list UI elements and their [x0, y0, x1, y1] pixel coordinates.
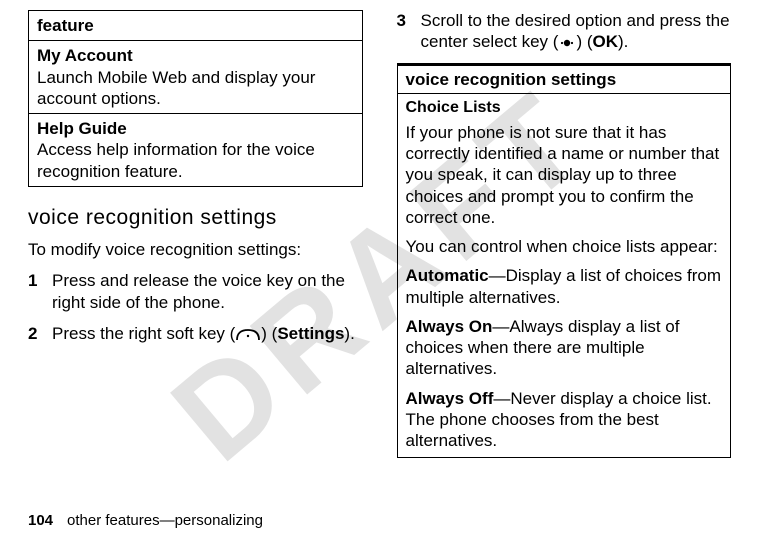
table-row-help-guide: Help Guide Access help information for t… [29, 114, 363, 187]
step-3: 3 Scroll to the desired option and press… [397, 10, 732, 53]
steps-list-cont: 3 Scroll to the desired option and press… [397, 10, 732, 53]
two-column-layout: feature My Account Launch Mobile Web and… [28, 10, 731, 495]
choice-lists-head: Choice Lists [406, 98, 723, 118]
footer-section: other features—personalizing [67, 512, 263, 529]
row-desc: Access help information for the voice re… [37, 139, 354, 182]
settings-label: Settings [277, 324, 344, 343]
step3-post2: ). [618, 32, 628, 51]
ok-label: OK [593, 32, 619, 51]
choice-lists-p2: You can control when choice lists appear… [406, 236, 723, 257]
opt-label: Automatic [406, 266, 489, 285]
step-body: Press and release the voice key on the r… [52, 270, 363, 313]
box-title: voice recognition settings [397, 63, 732, 94]
settings-box: voice recognition settings Choice Lists … [397, 63, 732, 459]
step2-pre: Press the right soft key ( [52, 324, 235, 343]
steps-list: 1 Press and release the voice key on the… [28, 270, 363, 344]
table-header: feature [29, 11, 363, 41]
feature-table: feature My Account Launch Mobile Web and… [28, 10, 363, 187]
page-number: 104 [28, 512, 53, 529]
page-footer: 104 other features—personalizing [28, 512, 263, 531]
opt-label: Always Off [406, 389, 494, 408]
box-body: Choice Lists If your phone is not sure t… [397, 94, 732, 459]
step-number: 1 [28, 270, 52, 313]
row-desc: Launch Mobile Web and display your accou… [37, 67, 354, 110]
softkey-icon [235, 328, 261, 342]
step2-post1: ) ( [261, 324, 277, 343]
step-number: 2 [28, 323, 52, 344]
option-always-off: Always Off—Never display a choice list. … [406, 388, 723, 452]
option-automatic: Automatic—Display a list of choices from… [406, 265, 723, 308]
choice-lists-p1: If your phone is not sure that it has co… [406, 122, 723, 228]
row-title: My Account [37, 45, 354, 66]
center-key-icon [558, 36, 576, 50]
opt-label: Always On [406, 317, 493, 336]
step-body: Scroll to the desired option and press t… [421, 10, 732, 53]
section-heading: voice recognition settings [28, 205, 363, 231]
step2-post2: ). [344, 324, 354, 343]
intro-text: To modify voice recognition settings: [28, 239, 363, 260]
right-column: 3 Scroll to the desired option and press… [397, 10, 732, 495]
step-body: Press the right soft key ( ) (Settings). [52, 323, 363, 344]
option-always-on: Always On—Always display a list of choic… [406, 316, 723, 380]
table-row-my-account: My Account Launch Mobile Web and display… [29, 41, 363, 114]
left-column: feature My Account Launch Mobile Web and… [28, 10, 363, 495]
row-title: Help Guide [37, 118, 354, 139]
step-1: 1 Press and release the voice key on the… [28, 270, 363, 313]
step-2: 2 Press the right soft key ( ) (Settings)… [28, 323, 363, 344]
step3-post1: ) ( [576, 32, 592, 51]
step-number: 3 [397, 10, 421, 53]
